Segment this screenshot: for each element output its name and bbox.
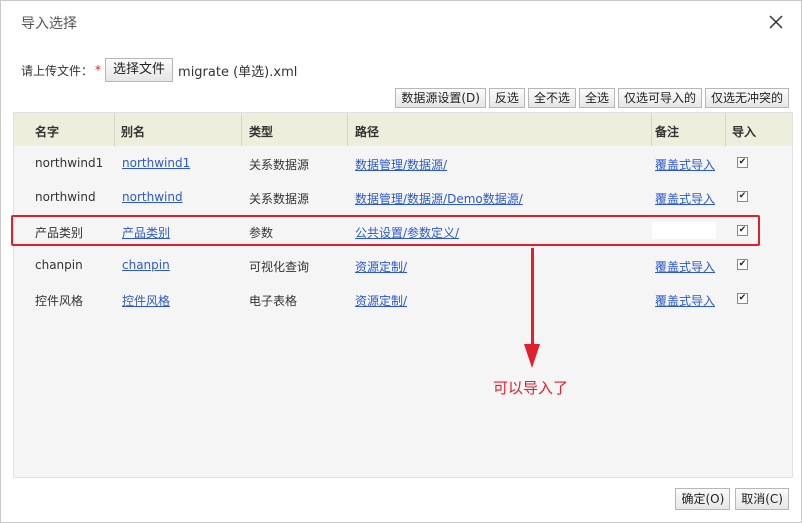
row-note-link[interactable]: 覆盖式导入 — [655, 156, 715, 173]
row-type: 关系数据源 — [249, 192, 310, 206]
close-icon[interactable] — [769, 15, 783, 29]
row-alias-link[interactable]: northwind1 — [122, 156, 190, 170]
row-alias-link[interactable]: chanpin — [122, 258, 170, 272]
select-all-button[interactable]: 全选 — [578, 88, 615, 108]
table-row: northwind1 northwind1 关系数据源 数据管理/数据源/ 覆盖… — [14, 146, 792, 180]
header-separator — [114, 113, 115, 146]
select-no-conflict-button[interactable]: 仅选无冲突的 — [704, 88, 789, 108]
dialog-title: 导入选择 — [21, 16, 77, 32]
row-note-link[interactable]: 覆盖式导入 — [655, 258, 715, 275]
import-table: 名字 别名 类型 路径 备注 导入 northwind1 northwind1 … — [13, 112, 793, 478]
header-separator — [347, 113, 348, 146]
arrow-head-icon — [524, 344, 540, 368]
row-note-link[interactable]: 覆盖式导入 — [655, 292, 715, 309]
header-separator — [241, 113, 242, 146]
file-name: migrate (单选).xml — [178, 64, 298, 80]
row-type: 可视化查询 — [249, 260, 310, 274]
row-name: 控件风格 — [35, 294, 84, 308]
row-alias-link[interactable]: 控件风格 — [122, 292, 170, 309]
header-separator — [725, 113, 726, 146]
annotation-arrow — [531, 248, 534, 346]
header-import: 导入 — [732, 125, 757, 139]
row-alias-link[interactable]: northwind — [122, 190, 183, 204]
header-type: 类型 — [249, 125, 274, 139]
table-row: chanpin chanpin 可视化查询 资源定制/ 覆盖式导入 ✔ — [14, 248, 792, 282]
table-header: 名字 别名 类型 路径 备注 导入 — [14, 113, 792, 146]
select-importable-button[interactable]: 仅选可导入的 — [617, 88, 702, 108]
ok-button[interactable]: 确定(O) — [675, 488, 731, 510]
header-separator — [651, 113, 652, 146]
annotation-text: 可以导入了 — [493, 379, 569, 397]
header-note: 备注 — [655, 125, 680, 139]
row-path-link[interactable]: 资源定制/ — [355, 292, 407, 309]
row-name: chanpin — [35, 258, 83, 272]
select-none-button[interactable]: 全不选 — [527, 88, 576, 108]
upload-row: 请上传文件： * 选择文件 migrate (单选).xml — [21, 58, 297, 82]
upload-label: 请上传文件： — [21, 63, 94, 78]
import-checkbox[interactable]: ✔ — [737, 259, 748, 270]
row-path-link[interactable]: 数据管理/数据源/Demo数据源/ — [355, 190, 523, 207]
selection-toolbar: 数据源设置(D) 反选 全不选 全选 仅选可导入的 仅选无冲突的 — [395, 88, 789, 108]
row-path-link[interactable]: 资源定制/ — [355, 258, 407, 275]
row-note-link[interactable]: 覆盖式导入 — [655, 190, 715, 207]
row-path-link[interactable]: 数据管理/数据源/ — [355, 156, 447, 173]
row-type: 关系数据源 — [249, 158, 310, 172]
required-mark: * — [95, 63, 102, 77]
header-name: 名字 — [35, 125, 60, 139]
highlight-box — [11, 215, 760, 246]
import-checkbox[interactable]: ✔ — [737, 293, 748, 304]
import-checkbox[interactable]: ✔ — [737, 191, 748, 202]
header-path: 路径 — [355, 125, 380, 139]
dialog-footer: 确定(O) 取消(C) — [675, 488, 789, 510]
import-dialog: 导入选择 请上传文件： * 选择文件 migrate (单选).xml 数据源设… — [0, 0, 802, 523]
table-row: northwind northwind 关系数据源 数据管理/数据源/Demo数… — [14, 180, 792, 214]
datasource-settings-button[interactable]: 数据源设置(D) — [395, 88, 486, 108]
import-checkbox[interactable]: ✔ — [737, 157, 748, 168]
choose-file-button[interactable]: 选择文件 — [105, 58, 174, 82]
table-row: 控件风格 控件风格 电子表格 资源定制/ 覆盖式导入 ✔ — [14, 282, 792, 316]
row-name: northwind1 — [35, 156, 104, 170]
header-alias: 别名 — [121, 125, 146, 139]
invert-selection-button[interactable]: 反选 — [488, 88, 525, 108]
cancel-button[interactable]: 取消(C) — [735, 488, 789, 510]
row-type: 电子表格 — [249, 294, 298, 308]
row-name: northwind — [35, 190, 96, 204]
